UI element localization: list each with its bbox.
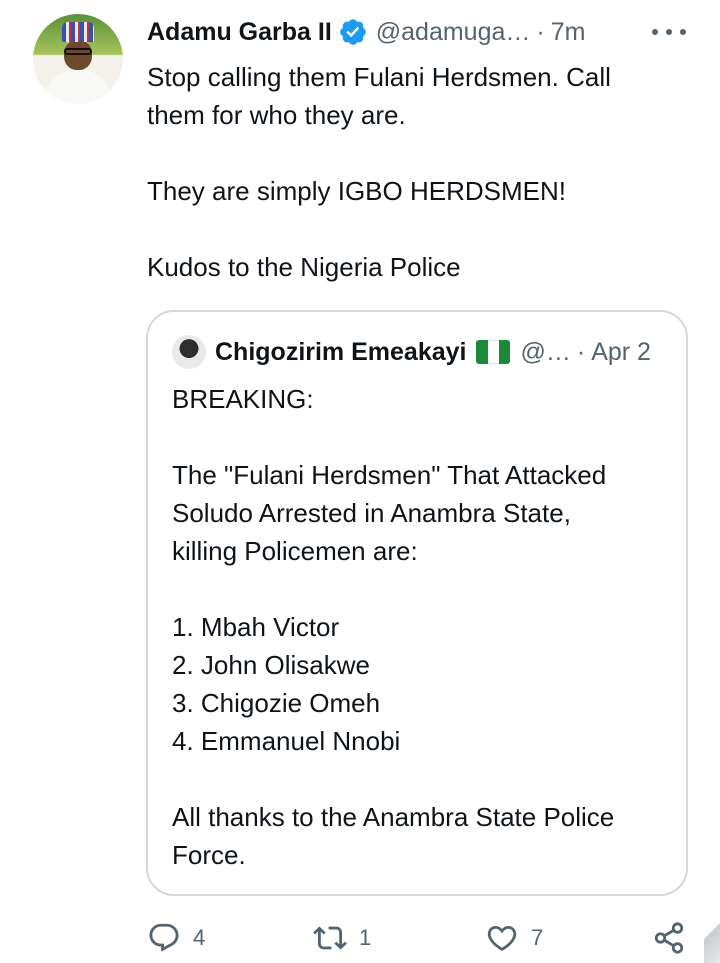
- avatar-robe: [45, 70, 111, 104]
- reply-count: 4: [193, 925, 206, 950]
- more-dot: [666, 29, 672, 35]
- tweet-text-line: They are simply IGBO HERDSMEN!: [147, 176, 566, 206]
- quoted-author-handle: @…: [520, 337, 571, 366]
- verified-badge-icon: [338, 17, 368, 47]
- quoted-tweet-timestamp: Apr 2: [591, 337, 651, 366]
- share-button[interactable]: [652, 920, 686, 956]
- quoted-text-line: [172, 570, 672, 608]
- quoted-text-line: [172, 418, 672, 456]
- tweet-text-line: [147, 134, 687, 172]
- quoted-tweet-text: BREAKING: The "Fulani Herdsmen" That Att…: [172, 380, 672, 874]
- tweet-header: Adamu Garba II @adamuga… · 7m: [147, 14, 585, 50]
- quoted-text-line: 1. Mbah Victor: [172, 612, 340, 642]
- nigeria-flag-icon: [476, 340, 511, 364]
- quoted-text-line: killing Policemen are:: [172, 536, 418, 566]
- quoted-author-avatar: [172, 335, 206, 369]
- share-icon: [654, 922, 684, 954]
- retweet-button[interactable]: 1: [313, 920, 371, 956]
- quoted-text-line: [172, 760, 672, 798]
- quoted-text-line: BREAKING:: [172, 384, 314, 414]
- reply-button[interactable]: 4: [147, 920, 205, 956]
- tweet[interactable]: Adamu Garba II @adamuga… · 7m Stop calli…: [0, 0, 720, 963]
- quoted-text-line: All thanks to the Anambra State Police: [172, 802, 615, 832]
- author-avatar[interactable]: [33, 14, 123, 104]
- quoted-tweet-header: Chigozirim Emeakayi @… · Apr 2: [172, 334, 651, 370]
- more-dot: [680, 29, 686, 35]
- like-count: 7: [531, 925, 544, 950]
- avatar-cap: [62, 22, 94, 42]
- separator-dot: ·: [576, 337, 586, 366]
- action-bar: 4 1 7: [0, 918, 720, 958]
- more-dot: [652, 29, 658, 35]
- quoted-author-display-name: Chigozirim Emeakayi: [215, 337, 467, 366]
- quoted-text-line: 3. Chigozie Omeh: [172, 688, 381, 718]
- reply-icon: [149, 923, 179, 952]
- tweet-text-line: [147, 210, 687, 248]
- page-curl-corner: [704, 912, 720, 963]
- quoted-text-line: The "Fulani Herdsmen" That Attacked: [172, 460, 607, 490]
- retweet-icon: [313, 926, 347, 950]
- author-display-name[interactable]: Adamu Garba II: [147, 18, 332, 47]
- tweet-text-line: Kudos to the Nigeria Police: [147, 252, 461, 282]
- tweet-text-line: them for who they are.: [147, 100, 406, 130]
- more-options-icon[interactable]: [652, 22, 686, 42]
- quoted-text-line: 4. Emmanuel Nnobi: [172, 726, 401, 756]
- avatar-glasses: [64, 48, 92, 55]
- quoted-text-line: Soludo Arrested in Anambra State,: [172, 498, 571, 528]
- author-handle[interactable]: @adamuga…: [376, 18, 531, 47]
- like-button[interactable]: 7: [485, 920, 543, 956]
- tweet-text: Stop calling them Fulani Herdsmen. Call …: [147, 58, 687, 286]
- retweet-count: 1: [359, 925, 372, 950]
- heart-icon: [487, 925, 517, 951]
- separator-dot: ·: [536, 17, 545, 46]
- tweet-text-line: Stop calling them Fulani Herdsmen. Call: [147, 62, 611, 92]
- quoted-text-line: 2. John Olisakwe: [172, 650, 370, 680]
- quoted-tweet[interactable]: Chigozirim Emeakayi @… · Apr 2 BREAKING:…: [146, 310, 688, 896]
- tweet-timestamp[interactable]: 7m: [551, 18, 586, 47]
- avatar-face: [64, 40, 92, 70]
- quoted-text-line: Force.: [172, 840, 246, 870]
